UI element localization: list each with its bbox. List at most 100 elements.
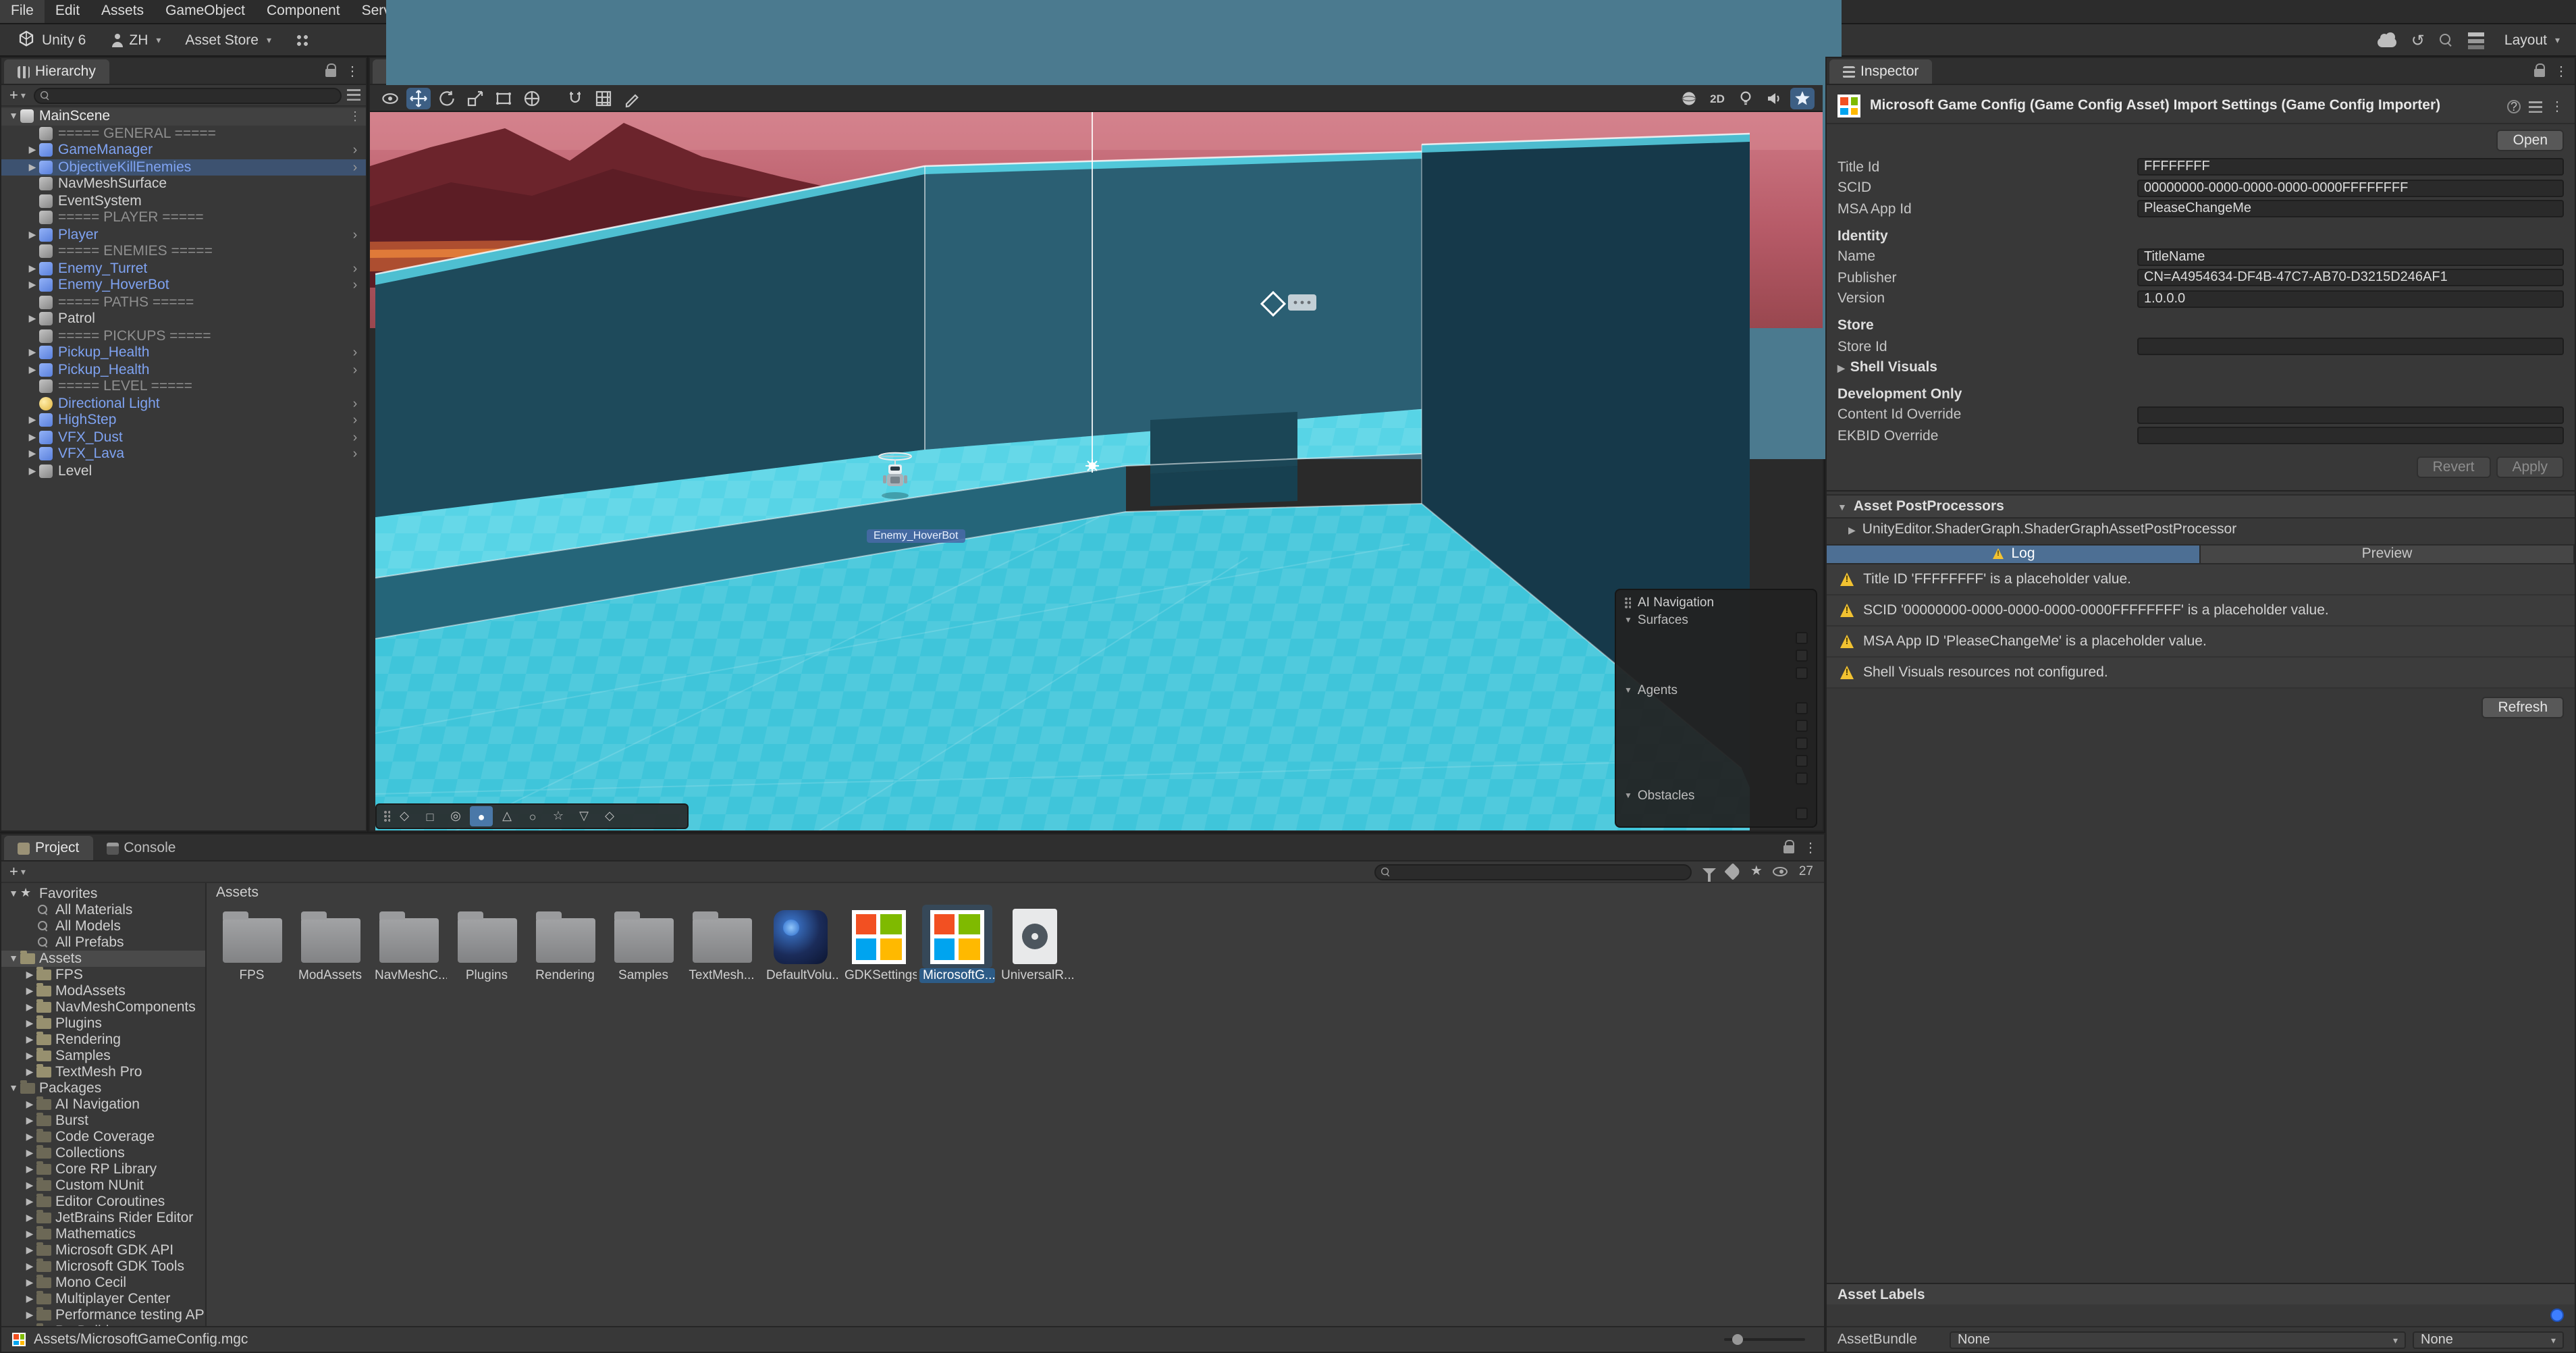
- content-id-override-input[interactable]: [2137, 406, 2564, 424]
- prefab-chevron-icon[interactable]: [348, 142, 362, 159]
- expand-arrow-icon[interactable]: ▶: [23, 1261, 36, 1272]
- hidden-packages-icon[interactable]: [1773, 867, 1788, 876]
- expand-arrow-icon[interactable]: ▶: [23, 1277, 36, 1288]
- account-button[interactable]: ZH: [105, 29, 166, 51]
- publisher-input[interactable]: [2137, 269, 2564, 287]
- undo-history-icon[interactable]: ↺: [2411, 32, 2425, 48]
- nav-option-checkbox[interactable]: [1796, 720, 1808, 732]
- hierarchy-row[interactable]: ===== PATHS =====: [1, 294, 366, 311]
- scene-viewport[interactable]: Enemy_HoverBot AI Navigation Surfaces: [370, 112, 1823, 830]
- expand-arrow-icon[interactable]: ▶: [23, 1002, 36, 1013]
- hierarchy-row[interactable]: ▶ Enemy_HoverBot: [1, 277, 366, 294]
- audio-toggle-icon[interactable]: [1762, 87, 1786, 109]
- hierarchy-row[interactable]: ▶ Pickup_Health: [1, 344, 366, 361]
- asset-store-button[interactable]: Asset Store: [180, 29, 277, 51]
- prefab-chevron-icon[interactable]: [348, 396, 362, 412]
- ai-navigation-overlay[interactable]: AI Navigation Surfaces: [1615, 589, 1817, 828]
- hierarchy-row[interactable]: ===== ENEMIES =====: [1, 243, 366, 260]
- hierarchy-row[interactable]: ===== LEVEL =====: [1, 378, 366, 395]
- prefab-chevron-icon[interactable]: [348, 345, 362, 361]
- expand-arrow-icon[interactable]: ▶: [26, 230, 39, 240]
- project-tree-row[interactable]: All Prefabs: [1, 934, 205, 951]
- search-by-label-icon[interactable]: [1725, 863, 1742, 880]
- prefab-chevron-icon[interactable]: [348, 429, 362, 446]
- expand-arrow-icon[interactable]: ▶: [26, 263, 39, 274]
- project-tree-row[interactable]: ▶ Microsoft GDK API: [1, 1242, 205, 1258]
- prefab-chevron-icon[interactable]: [348, 413, 362, 429]
- expand-arrow-icon[interactable]: ▶: [23, 970, 36, 980]
- project-tree-row[interactable]: ▶ Collections: [1, 1145, 205, 1161]
- expand-arrow-icon[interactable]: ▶: [23, 1213, 36, 1223]
- expand-arrow-icon[interactable]: ▶: [23, 1180, 36, 1191]
- prefab-chevron-icon[interactable]: [348, 362, 362, 378]
- prefab-chevron-icon[interactable]: [348, 446, 362, 462]
- orbit-overlay-icon[interactable]: ◎: [444, 806, 467, 826]
- grid-tool-icon[interactable]: [591, 87, 616, 109]
- tab-inspector[interactable]: Inspector: [1829, 59, 1932, 84]
- hierarchy-row[interactable]: ▶ VFX_Lava: [1, 446, 366, 462]
- project-tree-row[interactable]: ▶ Microsoft GDK Tools: [1, 1258, 205, 1275]
- nav-section-title[interactable]: Surfaces: [1616, 612, 1816, 629]
- asset-item[interactable]: Rendering: [527, 905, 603, 983]
- grid-overlay-icon[interactable]: □: [419, 806, 441, 826]
- nav-option-checkbox[interactable]: [1796, 807, 1808, 820]
- help-icon[interactable]: ?: [2507, 100, 2521, 113]
- tab-hierarchy[interactable]: Hierarchy: [4, 59, 109, 84]
- cloud-icon[interactable]: [2378, 38, 2396, 47]
- expand-arrow-icon[interactable]: ▶: [23, 1051, 36, 1061]
- project-tree-row[interactable]: ▶ ModAssets: [1, 983, 205, 999]
- nav-option-checkbox[interactable]: [1796, 667, 1808, 679]
- rotate-tool-icon[interactable]: [435, 87, 459, 109]
- zoom-slider-knob[interactable]: [1732, 1333, 1743, 1344]
- tab-log[interactable]: Log: [1827, 545, 2201, 562]
- kebab-icon[interactable]: [2554, 63, 2568, 79]
- project-tree-row[interactable]: ▶ Burst: [1, 1113, 205, 1129]
- nav-option-checkbox[interactable]: [1796, 632, 1808, 644]
- project-tree-row[interactable]: ▼ Favorites: [1, 886, 205, 902]
- settings-overlay-icon[interactable]: ◇: [598, 806, 621, 826]
- expand-arrow-icon[interactable]: ▶: [23, 1164, 36, 1175]
- hierarchy-search[interactable]: [34, 87, 342, 103]
- project-tree-row[interactable]: ▶ Samples: [1, 1048, 205, 1064]
- scid-input[interactable]: [2137, 180, 2564, 197]
- nav-section-title[interactable]: Agents: [1616, 682, 1816, 699]
- lock-icon[interactable]: [2534, 68, 2545, 76]
- expand-arrow-icon[interactable]: ▶: [26, 365, 39, 375]
- nav-option-checkbox[interactable]: [1796, 649, 1808, 662]
- asset-item[interactable]: MicrosoftG...: [918, 905, 995, 983]
- expand-arrow-icon[interactable]: ▶: [26, 314, 39, 325]
- menu-item[interactable]: Assets: [90, 0, 155, 23]
- expand-arrow-icon[interactable]: ▶: [26, 280, 39, 291]
- project-tree-row[interactable]: ▶ Plugins: [1, 1015, 205, 1032]
- hierarchy-row[interactable]: ▶ Pickup_Health: [1, 361, 366, 378]
- rect-tool-icon[interactable]: [491, 87, 516, 109]
- expand-arrow-icon[interactable]: ▶: [23, 1294, 36, 1304]
- asset-item[interactable]: Samples: [605, 905, 682, 983]
- add-gameobject-button[interactable]: +: [7, 87, 28, 103]
- project-tree-row[interactable]: ▶ Custom NUnit: [1, 1177, 205, 1194]
- hierarchy-row[interactable]: ▶ Level: [1, 462, 366, 479]
- menu-item[interactable]: Component: [256, 0, 351, 23]
- zoom-overlay-icon[interactable]: ○: [521, 806, 544, 826]
- project-tree-row[interactable]: All Models: [1, 918, 205, 934]
- draw-tool-icon[interactable]: [620, 87, 644, 109]
- hierarchy-row[interactable]: ▶ Enemy_Turret: [1, 260, 366, 277]
- prefab-chevron-icon[interactable]: [348, 159, 362, 176]
- prefab-chevron-icon[interactable]: [348, 227, 362, 243]
- project-tree-row[interactable]: ▶ Multiplayer Center: [1, 1291, 205, 1307]
- hierarchy-row[interactable]: ▶ Player: [1, 226, 366, 243]
- favorite-search-icon[interactable]: ★: [1750, 865, 1763, 878]
- version-input[interactable]: [2137, 290, 2564, 308]
- frame-overlay-icon[interactable]: △: [495, 806, 518, 826]
- assetbundle-variant-dropdown[interactable]: None: [2413, 1331, 2564, 1348]
- overlay-handle[interactable]: [383, 810, 390, 822]
- hierarchy-row[interactable]: ▶ HighStep: [1, 412, 366, 429]
- open-button[interactable]: Open: [2497, 130, 2564, 151]
- project-search-input[interactable]: [1399, 864, 1686, 879]
- asset-item[interactable]: FPS: [213, 905, 290, 983]
- title-id-input[interactable]: [2137, 159, 2564, 176]
- lighting-toggle-icon[interactable]: [1734, 87, 1758, 109]
- kebab-icon[interactable]: [2550, 99, 2564, 115]
- msa-app-id-input[interactable]: [2137, 201, 2564, 218]
- asset-postprocessors-foldout[interactable]: Asset PostProcessors: [1827, 494, 2575, 518]
